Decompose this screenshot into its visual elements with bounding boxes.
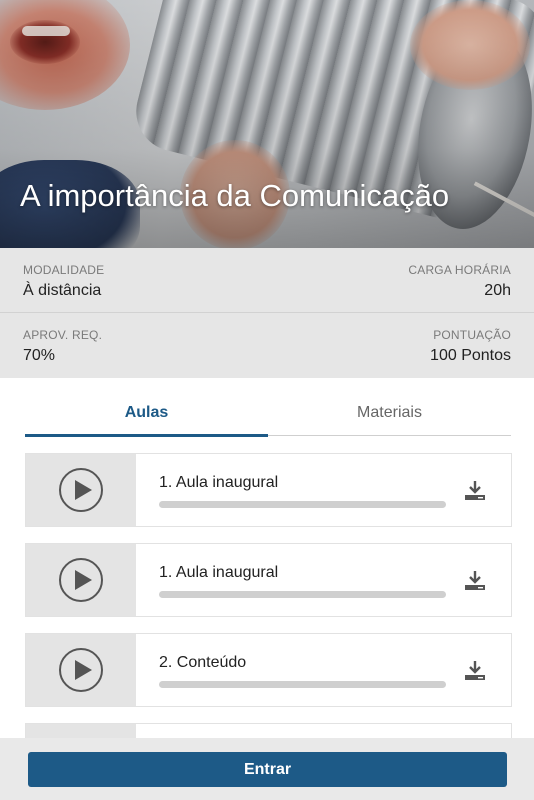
modalidade-cell: MODALIDADE À distância [23,263,104,300]
play-circle-icon[interactable] [59,648,103,692]
course-title: A importância da Comunicação [20,178,450,213]
modalidade-label: MODALIDADE [23,263,105,277]
lesson-progress-bar [159,681,446,688]
play-circle-icon[interactable] [59,558,103,602]
carga-horaria-label: CARGA HORÁRIA [408,263,511,277]
lesson-progress-bar [159,591,446,598]
aprov-req-cell: APROV. REQ. 70% [23,328,102,365]
info-row: APROV. REQ. 70% PONTUAÇÃO 100 Pontos [0,313,534,378]
pontuacao-value: 100 Pontos [430,347,511,364]
enter-button[interactable]: Entrar [28,752,507,787]
modalidade-value: À distância [23,282,102,299]
carga-horaria-cell: CARGA HORÁRIA 20h [408,263,511,300]
course-hero-image: A importância da Comunicação [0,0,534,248]
aprov-req-label: APROV. REQ. [23,328,103,342]
lesson-progress-bar [159,501,446,508]
tab-aulas[interactable]: Aulas [25,390,268,437]
lesson-item[interactable]: 1. Aula inaugural [25,543,512,617]
footer-bar: Entrar [0,738,534,800]
content-tabs: Aulas Materiais [25,390,511,437]
lesson-title: 2. Conteúdo [159,654,247,671]
info-row: MODALIDADE À distância CARGA HORÁRIA 20h [0,248,534,313]
lesson-item[interactable]: 2. Conteúdo [25,633,512,707]
lesson-thumbnail [26,544,136,616]
play-circle-icon[interactable] [59,468,103,512]
aprov-req-value: 70% [23,347,56,364]
carga-horaria-value: 20h [484,282,511,299]
tab-materiais[interactable]: Materiais [268,390,511,436]
lesson-thumbnail [26,454,136,526]
course-info-panel: MODALIDADE À distância CARGA HORÁRIA 20h… [0,248,534,378]
download-icon[interactable] [463,478,487,502]
lesson-title: 1. Aula inaugural [159,474,279,491]
download-icon[interactable] [463,568,487,592]
download-icon[interactable] [463,658,487,682]
lesson-thumbnail [26,634,136,706]
lesson-title: 1. Aula inaugural [159,564,279,581]
pontuacao-cell: PONTUAÇÃO 100 Pontos [430,328,511,365]
pontuacao-label: PONTUAÇÃO [433,328,511,342]
lesson-item[interactable]: 1. Aula inaugural [25,453,512,527]
